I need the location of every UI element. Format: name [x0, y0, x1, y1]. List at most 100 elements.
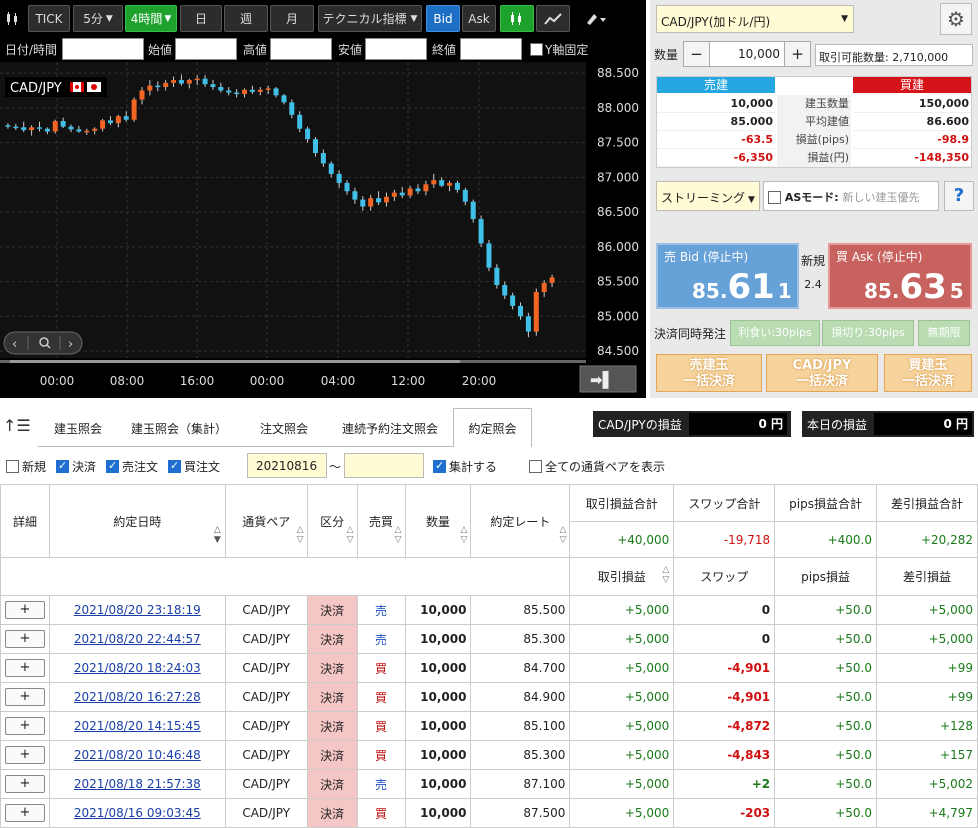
col-datetime[interactable]: 約定日時 △ ▼ — [48, 484, 226, 558]
col-side[interactable]: 売買 △ ▽ — [356, 484, 406, 558]
expand-button[interactable]: + — [4, 804, 45, 822]
exec-datetime-link[interactable]: 2021/08/20 10:46:48 — [48, 740, 226, 770]
sort-icon[interactable]: △ ▽ — [461, 525, 468, 545]
draw-tool-icon[interactable] — [574, 5, 618, 32]
sell-bulk-settle-button[interactable]: 売建玉 一括決済 — [656, 354, 762, 392]
interval-5min-button[interactable]: 5分 ▼ — [73, 5, 123, 32]
y-fixed-toggle[interactable]: Y軸固定 — [530, 38, 588, 60]
qty-stepper[interactable]: − 10,000 + — [683, 41, 811, 67]
filter-show-all[interactable]: 全ての通貨ペアを表示 — [529, 458, 665, 475]
buy-bulk-settle-button[interactable]: 買建玉 一括決済 — [884, 354, 972, 392]
exec-pips: +50.0 — [774, 769, 878, 799]
col-pair[interactable]: 通貨ペア △ ▽ — [224, 484, 308, 558]
candle-body — [115, 116, 121, 124]
exec-datetime-link[interactable]: 2021/08/20 22:44:57 — [48, 624, 226, 654]
help-icon[interactable]: ? — [944, 181, 974, 211]
aggregate-checkbox[interactable] — [433, 459, 446, 473]
pair-bulk-settle-button[interactable]: CAD/JPY 一括決済 — [766, 354, 878, 392]
expand-button[interactable]: + — [4, 659, 45, 677]
expand-button[interactable]: + — [4, 688, 45, 706]
exec-swap: 0 — [673, 595, 776, 625]
as-mode-checkbox[interactable] — [768, 191, 781, 204]
date-to-input[interactable] — [344, 453, 424, 478]
scroll-right-icon[interactable]: › — [68, 337, 73, 352]
sell-order-checkbox[interactable] — [106, 459, 119, 473]
sort-icon[interactable]: △ ▽ — [297, 525, 304, 545]
executions-table: 詳細 約定日時 △ ▼ 通貨ペア △ ▽ 区分 △ ▽ 売買 △ ▽ 数量 △ ▽ 約定レート △ ▽ … — [0, 484, 978, 828]
new-checkbox[interactable] — [6, 460, 19, 473]
jump-latest-button[interactable]: ➡▌ — [579, 365, 637, 393]
interval-active-label: 4時間 — [130, 12, 163, 26]
sort-icon[interactable]: △ ▽ — [662, 565, 669, 585]
col-kubun[interactable]: 区分 △ ▽ — [306, 484, 358, 558]
scrollbar-thumb[interactable] — [10, 360, 460, 363]
stop-loss-button[interactable]: 損切り:30pips — [822, 320, 914, 346]
col-qty[interactable]: 数量 △ ▽ — [404, 484, 472, 558]
exec-side: 買 — [356, 798, 406, 828]
pair-select[interactable]: CAD/JPY(加ドル/円) ▼ — [656, 5, 854, 33]
bid-price-button[interactable]: 売 Bid (停止中) 85.61 1 — [656, 243, 799, 309]
candle-chart-icon[interactable] — [3, 5, 23, 32]
tab-continuous-orders[interactable]: 連続予約注文照会 — [330, 410, 450, 446]
qty-minus-button[interactable]: − — [684, 42, 710, 66]
indicator-dropdown[interactable]: テクニカル指標 ▼ — [318, 5, 422, 32]
exec-datetime-link[interactable]: 2021/08/20 16:27:28 — [48, 682, 226, 712]
exec-datetime-link[interactable]: 2021/08/16 09:03:45 — [48, 798, 226, 828]
settle-checkbox[interactable] — [56, 459, 69, 473]
streaming-select[interactable]: ストリーミング ▼ — [656, 181, 760, 211]
bid-toggle[interactable]: Bid — [426, 5, 460, 32]
buy-order-checkbox[interactable] — [168, 459, 181, 473]
candlestick-type-button[interactable] — [500, 5, 534, 32]
tab-positions-summary[interactable]: 建玉照会（集計） — [120, 410, 238, 446]
sort-icon[interactable]: △ ▼ — [214, 525, 221, 545]
as-mode-toggle[interactable]: ASモード: 新しい建玉優先 — [763, 181, 939, 211]
chart-nav-control[interactable]: ‹ › — [3, 331, 83, 355]
y-fixed-checkbox[interactable] — [530, 42, 543, 56]
ask-toggle[interactable]: Ask — [462, 5, 496, 32]
filter-buy-order[interactable]: 買注文 — [168, 458, 220, 475]
tab-positions[interactable]: 建玉照会 — [38, 410, 118, 446]
high-label: 高値 — [243, 42, 268, 57]
exec-datetime-link[interactable]: 2021/08/20 23:18:19 — [48, 595, 226, 625]
line-chart-button[interactable] — [536, 5, 570, 32]
take-profit-button[interactable]: 利食い:30pips — [730, 320, 820, 346]
chart-panel: TICK 5分 ▼ 4時間 ▼ 日 週 月 テクニカル指標 ▼ Bid Ask 日付/… — [0, 0, 646, 398]
expand-button[interactable]: + — [4, 601, 45, 619]
sort-list-icon[interactable]: ↑☰ — [3, 416, 31, 435]
week-button[interactable]: 週 — [224, 5, 268, 32]
filter-settle[interactable]: 決済 — [56, 458, 96, 475]
tick-button[interactable]: TICK — [28, 5, 70, 32]
ask-price-prefix: 85. — [864, 279, 900, 303]
expand-button[interactable]: + — [4, 717, 45, 735]
tab-orders[interactable]: 注文照会 — [240, 410, 328, 446]
scroll-left-icon[interactable]: ‹ — [12, 337, 17, 352]
filter-new[interactable]: 新規 — [6, 458, 46, 475]
filter-aggregate[interactable]: 集計する — [433, 458, 497, 475]
sort-icon[interactable]: △ ▽ — [559, 525, 566, 545]
exec-datetime-link[interactable]: 2021/08/18 21:57:38 — [48, 769, 226, 799]
sort-icon[interactable]: △ ▽ — [395, 525, 402, 545]
col-net-total: 差引損益合計 — [876, 484, 978, 522]
sort-icon[interactable]: △ ▽ — [347, 525, 354, 545]
qty-plus-button[interactable]: + — [784, 42, 810, 66]
unlimited-button[interactable]: 無期限 — [918, 320, 970, 346]
tab-executions[interactable]: 約定照会 — [453, 408, 532, 447]
col-rate[interactable]: 約定レート △ ▽ — [470, 484, 571, 558]
expand-button[interactable]: + — [4, 630, 45, 648]
settings-gear-icon[interactable]: ⚙ — [940, 3, 972, 35]
interval-4h-button[interactable]: 4時間 ▼ — [125, 5, 177, 32]
exec-swap: -4,843 — [673, 740, 776, 770]
col-trade-pnl[interactable]: 取引損益 △ ▽ — [569, 557, 675, 596]
expand-button[interactable]: + — [4, 775, 45, 793]
date-from-input[interactable]: 20210816 — [247, 453, 327, 478]
ask-price-button[interactable]: 買 Ask (停止中) 85.63 5 — [828, 243, 972, 309]
exec-datetime-link[interactable]: 2021/08/20 14:15:45 — [48, 711, 226, 741]
filter-sell-order[interactable]: 売注文 — [106, 458, 158, 475]
qty-input[interactable]: 10,000 — [710, 42, 784, 66]
day-button[interactable]: 日 — [180, 5, 222, 32]
expand-button[interactable]: + — [4, 746, 45, 764]
exec-datetime-link[interactable]: 2021/08/20 18:24:03 — [48, 653, 226, 683]
show-all-checkbox[interactable] — [529, 460, 542, 473]
candle-body — [13, 126, 19, 129]
month-button[interactable]: 月 — [270, 5, 314, 32]
